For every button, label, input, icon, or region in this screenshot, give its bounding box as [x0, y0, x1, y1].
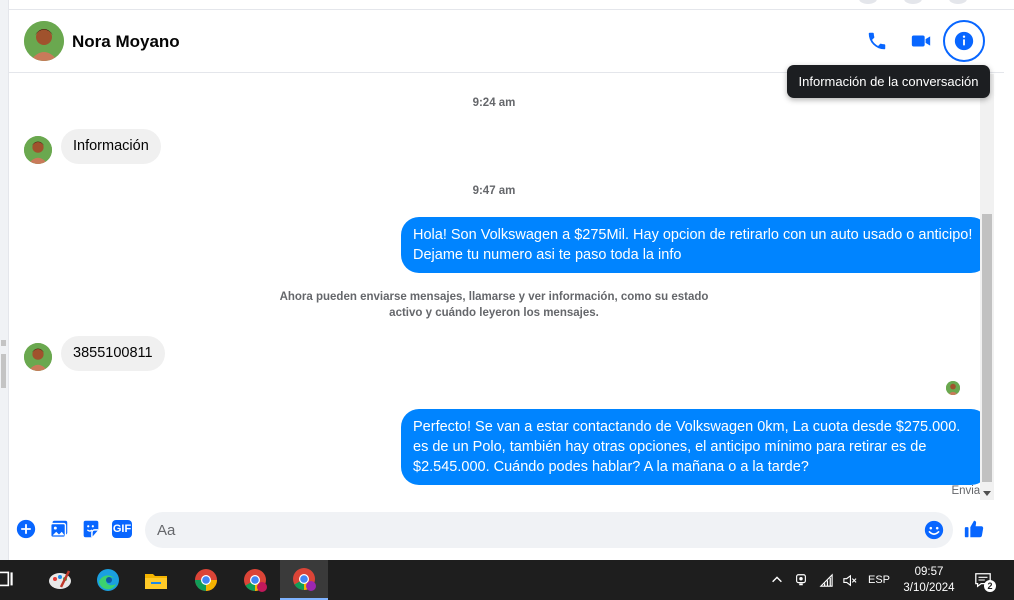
thread-scrollbar[interactable] [980, 74, 994, 500]
paint-palette-icon [49, 570, 71, 589]
incoming-message-bubble[interactable]: Información [61, 129, 161, 164]
left-edge-panel [0, 0, 9, 560]
message-composer: GIF [9, 504, 1004, 556]
show-hidden-icons-button[interactable] [768, 560, 786, 600]
emoji-button[interactable] [923, 519, 945, 541]
message-thread: 9:24 am Información 9:47 am Hola! Son Vo… [9, 74, 993, 504]
sender-avatar[interactable] [24, 343, 52, 371]
windows-taskbar: ESP 09:57 3/10/2024 2 [0, 560, 1014, 600]
taskbar-app-chrome-active[interactable] [280, 560, 328, 600]
clock-date: 3/10/2024 [903, 582, 955, 594]
attach-photo-button[interactable] [47, 517, 71, 541]
messenger-window: Nora Moyano Información de la conversaci… [0, 0, 1014, 560]
webcam-icon [796, 574, 806, 586]
chrome-profile-icon [293, 568, 316, 591]
outgoing-message-bubble[interactable]: Hola! Son Volkswagen a $275Mil. Hay opci… [401, 217, 989, 273]
scroll-down-arrow[interactable] [983, 491, 991, 496]
system-note: Ahora pueden enviarse mensajes, llamarse… [279, 291, 709, 319]
taskbar-app-chrome-profile[interactable] [231, 560, 279, 600]
video-icon [911, 35, 931, 47]
top-strip-dot [904, 0, 922, 4]
meet-now-button[interactable] [792, 560, 810, 600]
gif-button[interactable]: GIF [110, 517, 134, 541]
top-strip-dot [949, 0, 967, 4]
chrome-profile-icon [244, 569, 267, 592]
notification-count-badge: 2 [984, 580, 996, 592]
timestamp: 9:24 am [472, 97, 516, 109]
sticker-button[interactable] [79, 517, 103, 541]
task-view-button[interactable] [0, 560, 22, 600]
sender-avatar[interactable] [24, 136, 52, 164]
audio-call-button[interactable] [859, 23, 895, 59]
like-icon [964, 520, 984, 538]
sticker-icon [83, 520, 99, 538]
info-tooltip: Información de la conversación [787, 65, 990, 98]
system-clock[interactable]: 09:57 3/10/2024 [896, 564, 962, 596]
incoming-message-bubble[interactable]: 3855100811 [61, 336, 165, 371]
top-strip [9, 0, 1014, 10]
contact-name[interactable]: Nora Moyano [72, 32, 180, 52]
taskbar-app-edge[interactable] [84, 560, 132, 600]
left-scroll-thumb[interactable] [1, 354, 6, 388]
clock-time: 09:57 [914, 566, 944, 578]
input-language-button[interactable]: ESP [866, 560, 892, 600]
top-strip-dot [859, 0, 877, 4]
outgoing-message-bubble[interactable]: Perfecto! Se van a estar contactando de … [401, 409, 989, 485]
speaker-muted-icon [842, 574, 856, 586]
task-view-icon [0, 571, 13, 587]
left-scroll-mark [1, 340, 6, 346]
contact-avatar[interactable] [24, 21, 64, 61]
message-input[interactable] [157, 512, 897, 548]
message-input-box[interactable] [145, 512, 953, 548]
seen-indicator-avatar [946, 381, 960, 395]
notifications-button[interactable]: 2 [970, 560, 996, 600]
like-button[interactable] [962, 517, 986, 541]
conversation-header: Nora Moyano [9, 10, 1004, 73]
taskbar-app-paint[interactable] [36, 560, 84, 600]
volume-button[interactable] [840, 560, 858, 600]
scrollbar-thumb[interactable] [982, 214, 992, 482]
video-call-button[interactable] [903, 23, 939, 59]
conversation-info-button[interactable] [943, 20, 985, 62]
wifi-icon [819, 573, 833, 587]
timestamp: 9:47 am [472, 185, 516, 197]
info-icon [954, 31, 974, 51]
network-button[interactable] [817, 560, 835, 600]
chevron-up-icon [772, 576, 782, 583]
folder-icon [145, 574, 167, 589]
taskbar-app-chrome[interactable] [182, 560, 230, 600]
photo-icon [50, 520, 68, 538]
emoji-icon [924, 520, 944, 540]
gif-icon: GIF [112, 520, 132, 538]
plus-icon [16, 519, 36, 539]
taskbar-app-file-explorer[interactable] [132, 560, 180, 600]
chrome-icon [195, 569, 217, 591]
edge-browser-icon [97, 569, 119, 591]
phone-icon [868, 32, 886, 50]
more-actions-button[interactable] [14, 517, 38, 541]
